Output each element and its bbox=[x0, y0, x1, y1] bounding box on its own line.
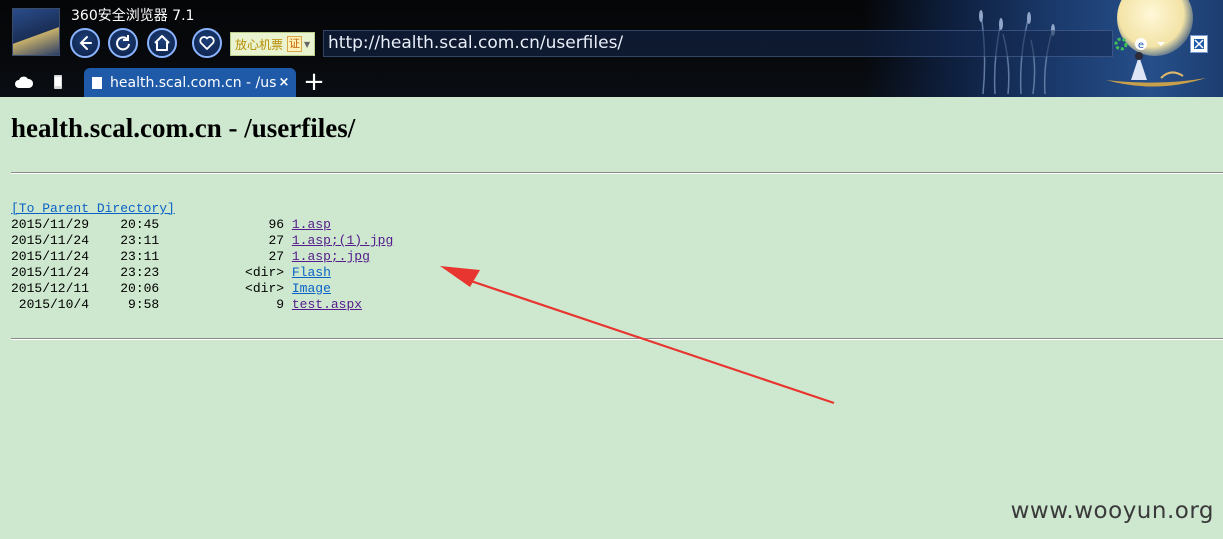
entry-link[interactable]: test.aspx bbox=[292, 297, 362, 312]
cert-badge[interactable]: 放心机票 证 ▼ bbox=[230, 32, 316, 56]
entry-link[interactable]: 1.asp;(1).jpg bbox=[292, 233, 393, 248]
entry-link[interactable]: 1.asp bbox=[292, 217, 331, 232]
list-item: 2015/12/11 20:06 <dir> Image bbox=[11, 281, 393, 297]
back-button[interactable] bbox=[70, 28, 100, 58]
app-title: 360安全浏览器 7.1 bbox=[71, 8, 195, 24]
directory-listing: [To Parent Directory] 2015/11/29 20:45 9… bbox=[11, 201, 393, 313]
entry-meta: 2015/11/29 20:45 96 bbox=[11, 217, 292, 232]
home-button[interactable] bbox=[147, 28, 177, 58]
list-item: 2015/11/24 23:23 <dir> Flash bbox=[11, 265, 393, 281]
cloud-icon[interactable] bbox=[14, 73, 34, 91]
divider bbox=[11, 172, 1223, 174]
phone-icon[interactable] bbox=[48, 73, 68, 91]
tab-title: health.scal.com.cn - /us bbox=[110, 74, 276, 91]
new-tab-button[interactable]: + bbox=[302, 69, 326, 95]
home-icon bbox=[154, 35, 170, 51]
cert-mark-icon: 证 bbox=[287, 36, 303, 52]
list-item: 2015/11/24 23:11 27 1.asp;.jpg bbox=[11, 249, 393, 265]
entry-link[interactable]: Image bbox=[292, 281, 331, 296]
address-bar-icons: e bbox=[1114, 34, 1168, 54]
page-icon bbox=[92, 76, 102, 89]
tab-close-button[interactable]: × bbox=[276, 75, 292, 90]
browser-chrome: 360安全浏览器 7.1 放心机票 证 ▼ http://health.scal… bbox=[0, 0, 1223, 97]
address-input[interactable]: http://health.scal.com.cn/userfiles/ bbox=[323, 30, 1113, 57]
chevron-down-icon[interactable] bbox=[1154, 37, 1168, 51]
extension-icon[interactable] bbox=[1190, 35, 1208, 53]
list-item: 2015/11/29 20:45 96 1.asp bbox=[11, 217, 393, 233]
cert-label: 放心机票 bbox=[235, 37, 284, 52]
tab-active[interactable]: health.scal.com.cn - /us × bbox=[84, 68, 296, 97]
entries-list: 2015/11/29 20:45 96 1.asp 2015/11/24 23:1… bbox=[11, 217, 393, 313]
favorites-button[interactable] bbox=[192, 28, 222, 58]
refresh-button[interactable] bbox=[108, 28, 138, 58]
page-content: health.scal.com.cn - /userfiles/ [To Par… bbox=[0, 97, 1223, 539]
watermark: www.wooyun.org bbox=[1010, 498, 1214, 524]
entry-meta: 2015/11/24 23:23 <dir> bbox=[11, 265, 292, 280]
browser-mode-icon[interactable]: e bbox=[1134, 37, 1148, 51]
parent-directory-row: [To Parent Directory] bbox=[11, 201, 393, 217]
entry-meta: 2015/11/24 23:11 27 bbox=[11, 249, 292, 264]
entry-link[interactable]: 1.asp;.jpg bbox=[292, 249, 370, 264]
entry-meta: 2015/12/11 20:06 <dir> bbox=[11, 281, 292, 296]
list-item: 2015/11/24 23:11 27 1.asp;(1).jpg bbox=[11, 233, 393, 249]
refresh-icon bbox=[116, 35, 130, 51]
heart-icon bbox=[199, 36, 215, 50]
list-item: 2015/10/4 9:58 9 test.aspx bbox=[11, 297, 393, 313]
chevron-down-icon: ▼ bbox=[304, 39, 311, 49]
back-arrow-icon bbox=[79, 36, 92, 50]
page-title: health.scal.com.cn - /userfiles/ bbox=[11, 113, 356, 143]
entry-link[interactable]: Flash bbox=[292, 265, 331, 280]
boat-decoration bbox=[1106, 52, 1206, 87]
entry-meta: 2015/10/4 9:58 9 bbox=[11, 297, 292, 312]
entry-meta: 2015/11/24 23:11 27 bbox=[11, 233, 292, 248]
app-logo bbox=[12, 8, 60, 56]
divider bbox=[11, 338, 1223, 340]
svg-text:e: e bbox=[1138, 40, 1144, 51]
loading-icon[interactable] bbox=[1114, 37, 1128, 51]
parent-directory-link[interactable]: [To Parent Directory] bbox=[11, 201, 175, 216]
